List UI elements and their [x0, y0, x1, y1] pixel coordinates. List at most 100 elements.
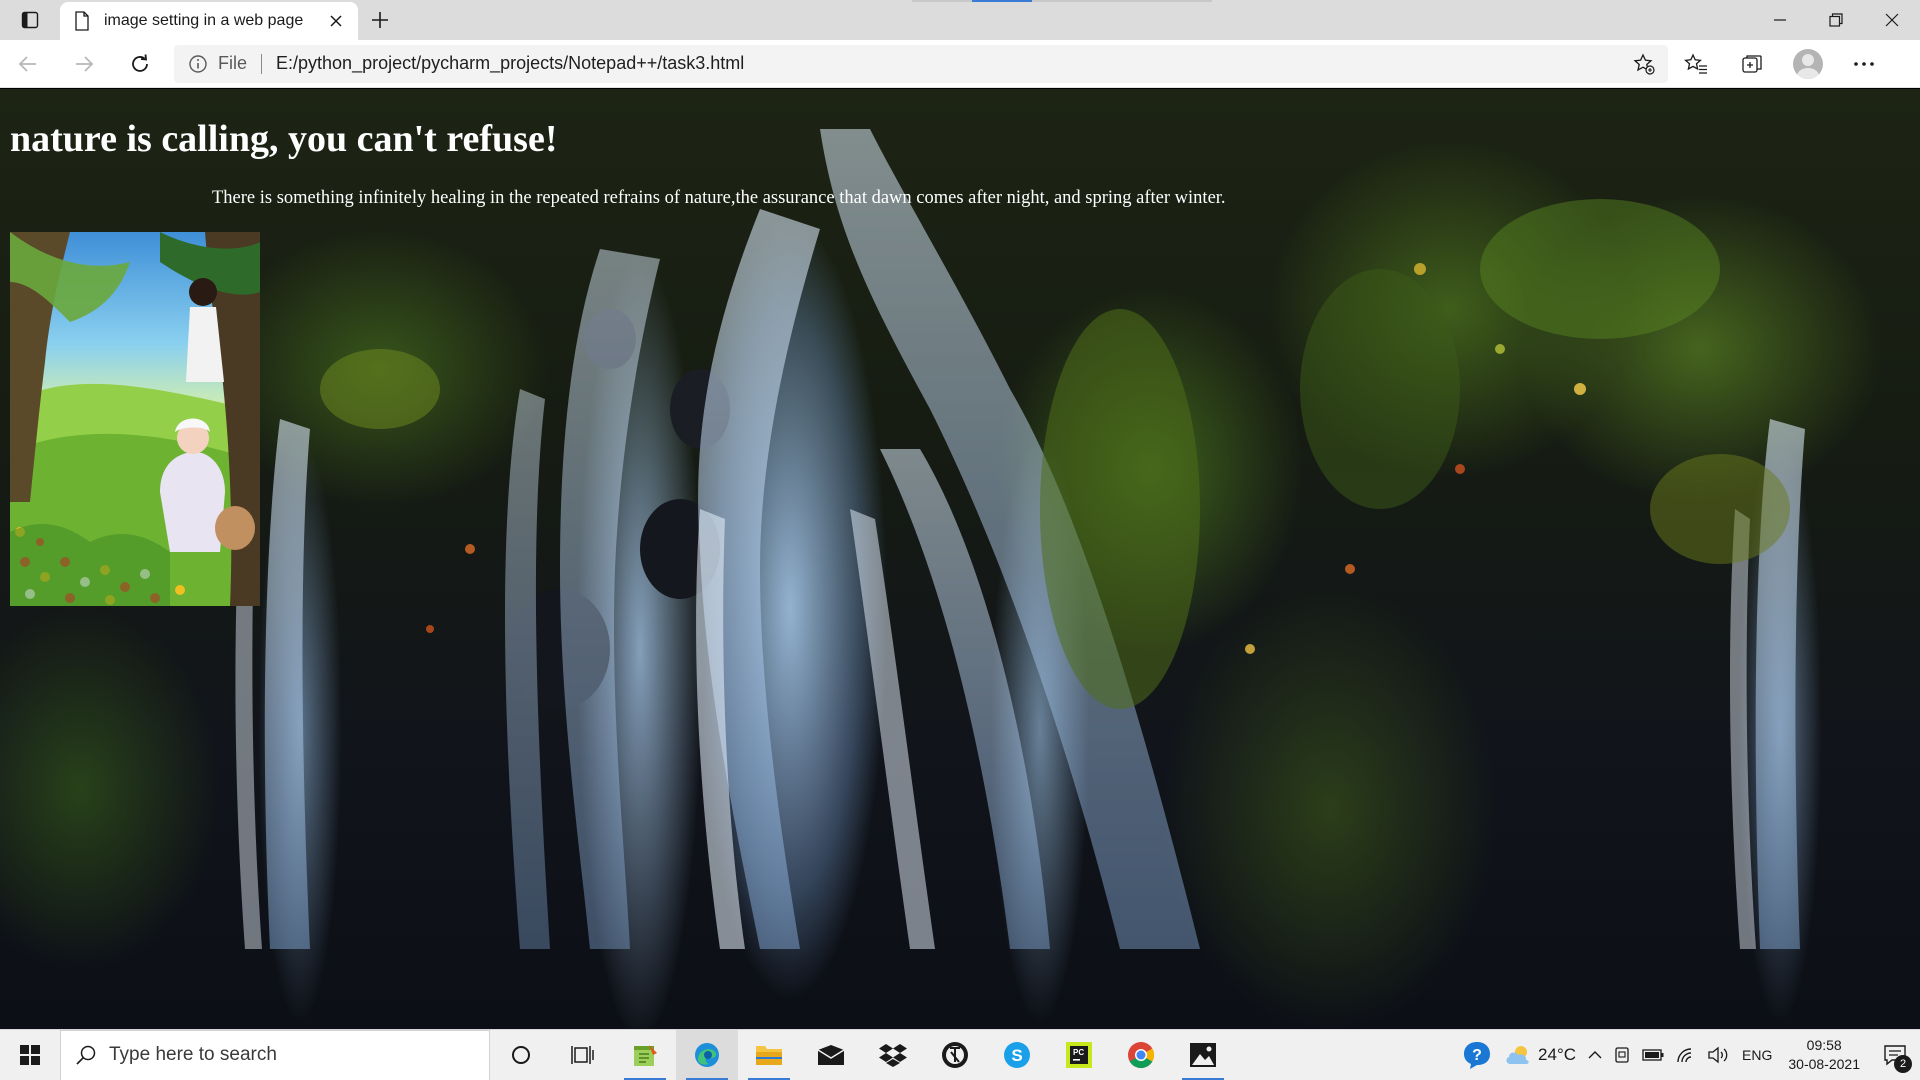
taskbar-app-notepad-plus-plus[interactable] — [614, 1030, 676, 1080]
address-bar[interactable]: File E:/python_project/pycharm_projects/… — [174, 44, 1668, 83]
meadow-illustration — [10, 232, 260, 606]
taskbar-app-file-explorer[interactable] — [738, 1030, 800, 1080]
tab-drag-area[interactable] — [402, 0, 1752, 40]
help-button[interactable]: ? — [1456, 1030, 1498, 1080]
restore-icon — [1829, 13, 1843, 27]
waterfall-background-image — [235, 129, 1805, 949]
taskbar-app-mail[interactable] — [800, 1030, 862, 1080]
url-text[interactable]: E:/python_project/pycharm_projects/Notep… — [276, 53, 1630, 74]
forward-icon — [76, 55, 94, 72]
input-language-label: ENG — [1742, 1047, 1773, 1063]
cortana-button[interactable] — [490, 1030, 552, 1080]
taskbar-app-steam[interactable] — [924, 1030, 986, 1080]
cortana-icon — [512, 1046, 530, 1064]
taskbar-app-edge[interactable] — [676, 1029, 738, 1080]
volume-button[interactable] — [1702, 1030, 1736, 1080]
taskbar-app-dropbox[interactable] — [862, 1030, 924, 1080]
forward-button[interactable] — [56, 40, 112, 88]
restore-button[interactable] — [1808, 0, 1864, 40]
windows-taskbar: Type here to search S PC ? 24°C ENG 09:5… — [0, 1029, 1920, 1080]
more-icon — [1854, 61, 1874, 66]
svg-text:S: S — [1011, 1046, 1022, 1065]
task-view-button[interactable] — [552, 1030, 614, 1080]
edge-icon — [695, 1043, 719, 1067]
close-icon — [330, 15, 342, 27]
mail-icon — [817, 1045, 845, 1065]
url-divider — [261, 53, 263, 74]
chrome-icon — [1128, 1042, 1155, 1069]
tab-title: image setting in a web page — [104, 12, 304, 29]
refresh-icon — [132, 53, 148, 72]
network-button[interactable] — [1670, 1030, 1702, 1080]
browser-tab-active[interactable]: image setting in a web page — [60, 2, 358, 40]
back-icon — [18, 55, 36, 72]
tab-actions-icon — [21, 11, 39, 29]
close-window-button[interactable] — [1864, 0, 1920, 40]
show-hidden-icons-button[interactable] — [1582, 1030, 1608, 1080]
taskbar-app-skype[interactable]: S — [986, 1030, 1048, 1080]
clock-time: 09:58 — [1806, 1037, 1842, 1053]
back-button[interactable] — [0, 40, 56, 88]
profile-button[interactable] — [1780, 40, 1836, 88]
minimize-icon — [1774, 19, 1786, 21]
pycharm-icon: PC — [1066, 1042, 1092, 1068]
start-button[interactable] — [0, 1030, 60, 1080]
photos-icon — [1190, 1043, 1216, 1067]
input-language-button[interactable]: ENG — [1736, 1030, 1778, 1080]
url-scheme-label: File — [218, 53, 248, 73]
collections-button[interactable] — [1724, 40, 1780, 88]
refresh-button[interactable] — [112, 40, 168, 88]
add-favorite-button[interactable] — [1630, 50, 1658, 78]
tab-close-button[interactable] — [324, 9, 348, 33]
page-viewport: nature is calling, you can't refuse! The… — [0, 89, 1920, 1029]
chevron-up-icon — [1588, 1051, 1602, 1059]
help-icon: ? — [1464, 1042, 1491, 1069]
taskbar-app-photos[interactable] — [1172, 1030, 1234, 1080]
weather-temperature: 24°C — [1538, 1045, 1577, 1064]
action-center-button[interactable]: 2 — [1870, 1030, 1920, 1080]
skype-icon: S — [1004, 1042, 1030, 1068]
battery-icon — [1642, 1049, 1664, 1061]
taskbar-clock[interactable]: 09:58 30-08-2021 — [1778, 1036, 1870, 1074]
file-explorer-icon — [756, 1046, 782, 1065]
meet-now-button[interactable] — [1608, 1030, 1636, 1080]
plus-icon — [372, 12, 388, 28]
add-favorite-icon — [1633, 52, 1655, 75]
speaker-icon — [1708, 1046, 1728, 1064]
task-view-icon — [571, 1046, 594, 1064]
notepad-plus-plus-icon — [634, 1045, 657, 1066]
battery-button[interactable] — [1636, 1030, 1670, 1080]
tab-actions-button[interactable] — [0, 0, 60, 40]
windows-logo-icon — [20, 1045, 40, 1065]
device-icon — [1615, 1047, 1629, 1063]
dropbox-icon — [879, 1044, 907, 1067]
wifi-icon — [1677, 1048, 1692, 1063]
svg-text:PC: PC — [1073, 1048, 1084, 1057]
system-tray: ? 24°C ENG 09:58 30-08-2021 2 — [1456, 1030, 1920, 1080]
browser-tab-bar: image setting in a web page — [0, 0, 1920, 40]
info-icon[interactable] — [188, 54, 208, 74]
favorites-button[interactable] — [1668, 40, 1724, 88]
search-icon — [76, 1045, 96, 1065]
page-icon — [75, 11, 89, 31]
weather-cloud-icon — [1506, 1046, 1529, 1064]
profile-avatar — [1793, 48, 1823, 79]
favorites-icon — [1684, 52, 1707, 74]
page-heading: nature is calling, you can't refuse! — [10, 118, 558, 160]
minimize-button[interactable] — [1752, 0, 1808, 40]
collections-icon — [1742, 54, 1762, 73]
new-tab-button[interactable] — [358, 0, 402, 40]
page-quote: There is something infinitely healing in… — [212, 188, 1226, 208]
close-icon — [1885, 13, 1899, 27]
address-bar-row: File E:/python_project/pycharm_projects/… — [0, 40, 1920, 88]
notification-count-badge: 2 — [1894, 1054, 1912, 1073]
taskbar-search-box[interactable]: Type here to search — [60, 1029, 490, 1080]
girl-meadow-image — [10, 232, 260, 606]
taskbar-app-pycharm[interactable]: PC — [1048, 1030, 1110, 1080]
steam-icon — [942, 1042, 968, 1068]
weather-widget[interactable]: 24°C — [1498, 1030, 1582, 1080]
svg-text:?: ? — [1472, 1047, 1482, 1064]
taskbar-app-chrome[interactable] — [1110, 1030, 1172, 1080]
clock-date: 30-08-2021 — [1788, 1056, 1860, 1072]
more-button[interactable] — [1836, 40, 1892, 88]
